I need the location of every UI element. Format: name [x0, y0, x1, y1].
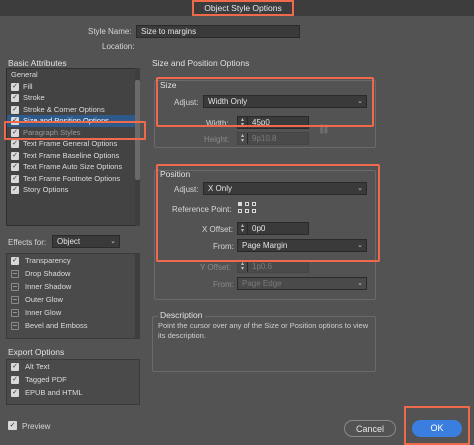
effects-scrollbar[interactable]: [135, 253, 140, 339]
list-item-text-frame-baseline[interactable]: ✓ Text Frame Baseline Options: [7, 150, 139, 162]
export-tagged-pdf[interactable]: ✓ Tagged PDF: [7, 373, 139, 386]
y-offset-label: Y Offset:: [200, 263, 231, 272]
checkbox-checked-icon[interactable]: ✓: [11, 140, 19, 148]
export-alt-text[interactable]: ✓ Alt Text: [7, 360, 139, 373]
effect-transparency[interactable]: ✓ Transparency: [7, 254, 139, 267]
list-item-general[interactable]: General: [7, 69, 139, 81]
export-options-list: ✓ Alt Text ✓ Tagged PDF ✓ EPUB and HTML: [6, 359, 140, 405]
effects-for-select[interactable]: Object ⌄: [52, 235, 120, 248]
height-input[interactable]: ▴ ▾ 9p10.8: [237, 132, 309, 145]
list-item-text-frame-footnote[interactable]: ✓ Text Frame Footnote Options: [7, 173, 139, 185]
export-epub-html[interactable]: ✓ EPUB and HTML: [7, 386, 139, 399]
list-item-stroke[interactable]: ✓ Stroke: [7, 92, 139, 104]
style-name-input[interactable]: Size to margins: [136, 25, 300, 38]
chevron-down-icon: ⌄: [357, 280, 363, 287]
effect-bevel-emboss[interactable]: – Bevel and Emboss: [7, 319, 139, 332]
checkbox-checked-icon[interactable]: ✓: [11, 163, 19, 171]
preview-label: Preview: [22, 422, 51, 431]
highlight-size-position: [4, 121, 146, 140]
effect-inner-shadow[interactable]: – Inner Shadow: [7, 280, 139, 293]
list-item-story-options[interactable]: ✓ Story Options: [7, 184, 139, 196]
location-label: Location:: [102, 42, 135, 51]
list-item-text-frame-auto-size[interactable]: ✓ Text Frame Auto Size Options: [7, 161, 139, 173]
checkbox-empty-icon[interactable]: –: [11, 296, 19, 304]
basic-attributes-title: Basic Attributes: [8, 58, 67, 68]
checkbox-checked-icon[interactable]: ✓: [11, 105, 19, 114]
checkbox-checked-icon[interactable]: ✓: [11, 82, 19, 91]
height-label: Height:: [204, 135, 230, 144]
effect-outer-glow[interactable]: – Outer Glow: [7, 293, 139, 306]
export-options-title: Export Options: [8, 347, 65, 357]
checkbox-checked-icon[interactable]: ✓: [11, 389, 19, 397]
checkbox-checked-icon[interactable]: ✓: [11, 186, 19, 194]
chevron-down-icon: ⌄: [110, 238, 116, 245]
checkbox-checked-icon[interactable]: ✓: [11, 257, 19, 265]
highlight-ok-button: [404, 406, 470, 445]
checkbox-checked-icon[interactable]: ✓: [11, 376, 19, 384]
list-item-stroke-corner[interactable]: ✓ Stroke & Corner Options: [7, 104, 139, 116]
list-item-fill[interactable]: ✓ Fill: [7, 81, 139, 93]
style-name-label: Style Name:: [88, 27, 132, 36]
checkbox-checked-icon[interactable]: ✓: [11, 363, 19, 371]
cancel-button[interactable]: Cancel: [344, 420, 396, 437]
checkbox-empty-icon[interactable]: –: [11, 322, 19, 330]
effect-inner-glow[interactable]: – Inner Glow: [7, 306, 139, 319]
checkbox-checked-icon[interactable]: ✓: [11, 151, 19, 160]
checkbox-empty-icon[interactable]: –: [11, 309, 19, 317]
preview-checkbox[interactable]: ✓: [8, 421, 17, 430]
effects-list: ✓ Transparency – Drop Shadow – Inner Shadow…: [6, 253, 140, 339]
description-text: Point the cursor over any of the Size or…: [158, 321, 369, 340]
y-from-select[interactable]: Page Edge ⌄: [237, 277, 367, 290]
basic-attributes-list: General ✓ Fill ✓ Stroke ✓ Stroke & Corner O…: [6, 68, 140, 226]
stepper-icon[interactable]: ▴ ▾: [238, 261, 248, 272]
checkbox-checked-icon[interactable]: ✓: [11, 174, 19, 183]
effects-for-label: Effects for:: [8, 238, 47, 247]
y-from-label: From:: [213, 280, 234, 289]
highlight-size-group: [156, 77, 374, 127]
size-position-title: Size and Position Options: [152, 58, 250, 68]
description-title: Description: [158, 310, 205, 320]
checkbox-checked-icon[interactable]: ✓: [11, 94, 19, 102]
effect-drop-shadow[interactable]: – Drop Shadow: [7, 267, 139, 280]
checkbox-empty-icon[interactable]: –: [11, 270, 19, 278]
window-title: Object Style Options: [192, 0, 294, 16]
checkbox-empty-icon[interactable]: –: [11, 283, 19, 291]
highlight-position-group: [156, 164, 380, 262]
stepper-icon[interactable]: ▴ ▾: [238, 133, 248, 144]
